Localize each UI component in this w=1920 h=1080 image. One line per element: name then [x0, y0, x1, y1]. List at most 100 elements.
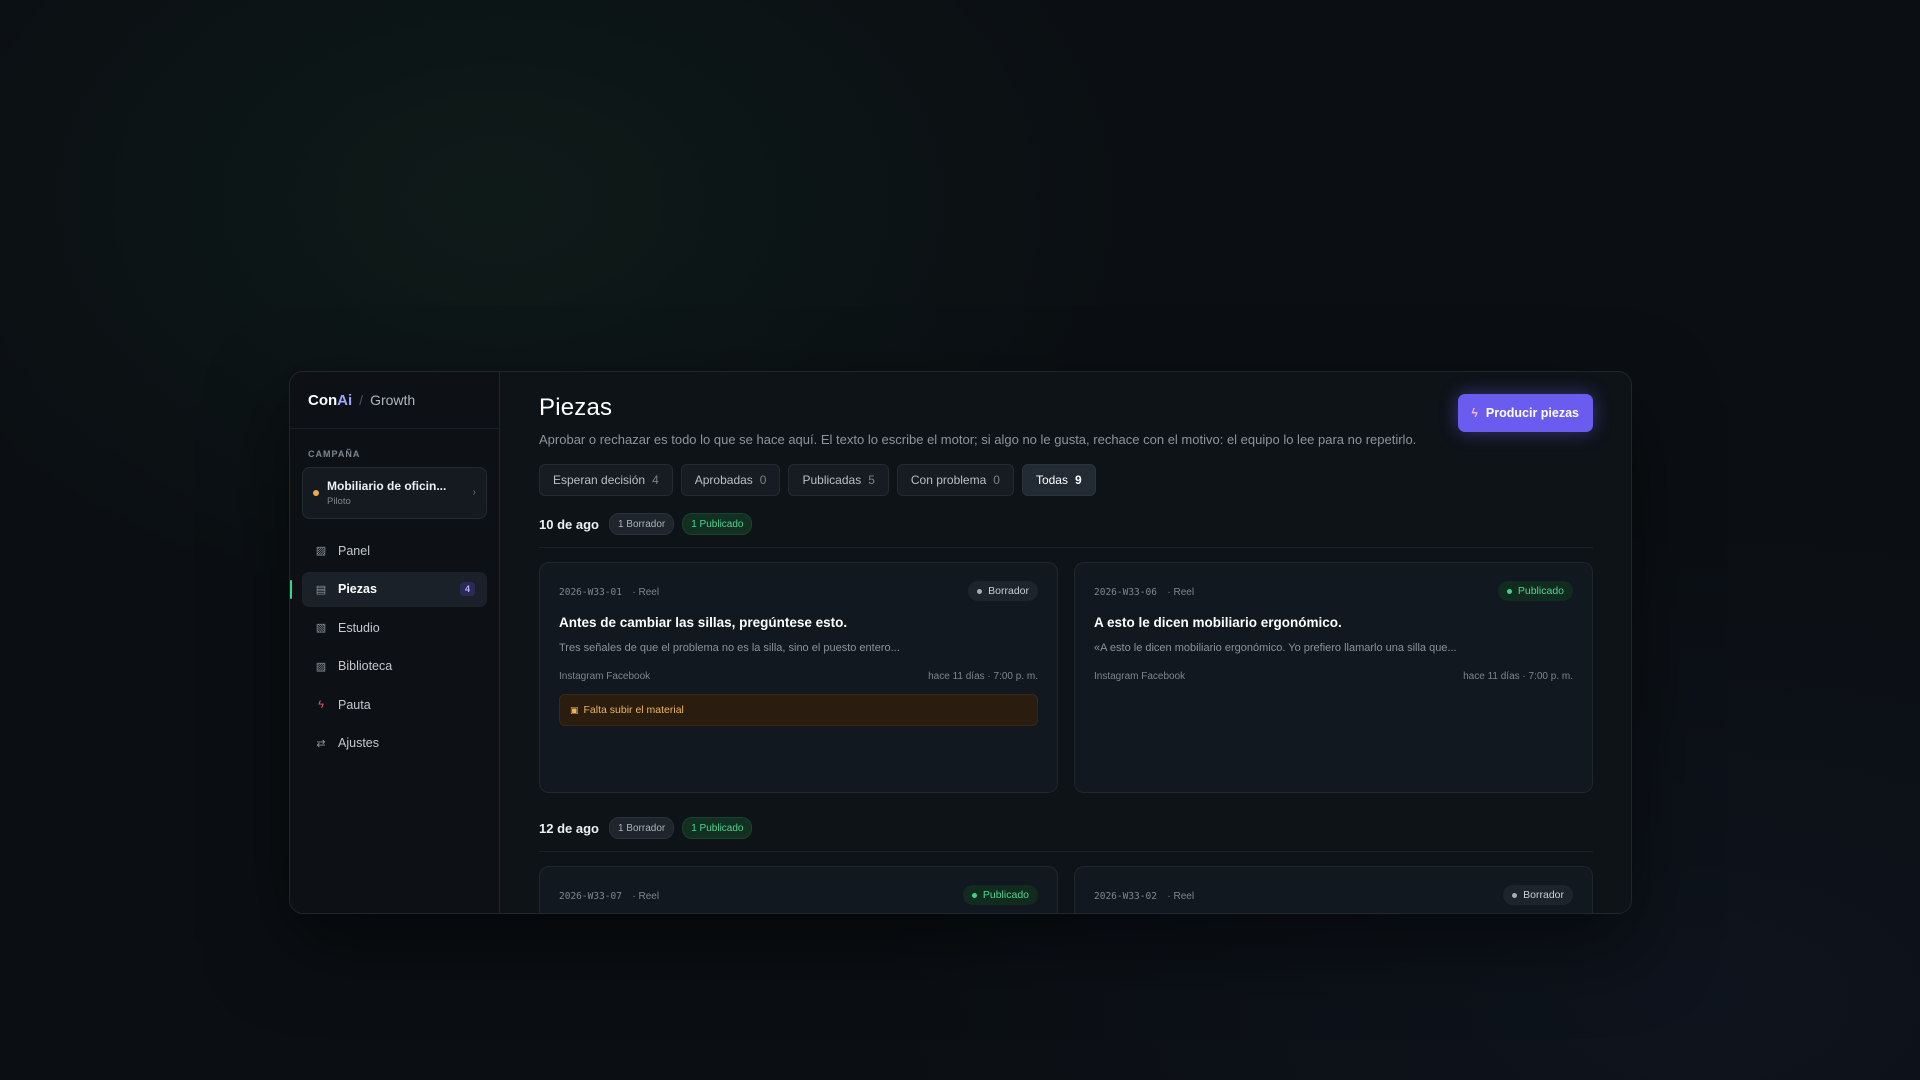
chevron-right-icon: › — [472, 487, 476, 498]
piece-time: hace 11 días · 7:00 p. m. — [1463, 671, 1573, 682]
sidebar-item-pauta[interactable]: ϟ Pauta — [302, 687, 487, 722]
brand-header: ConAi / Growth — [290, 372, 499, 429]
published-count-pill: 1 Publicado — [682, 817, 753, 839]
sidebar-item-ajustes[interactable]: ⇄ Ajustes — [302, 726, 487, 761]
filter-label: Publicadas — [802, 473, 862, 487]
piece-type: · Reel — [632, 587, 660, 598]
sidebar-item-label: Panel — [338, 543, 370, 558]
sidebar-item-label: Piezas — [338, 582, 377, 596]
divider — [539, 851, 1593, 852]
sidebar-item-biblioteca[interactable]: ▨ Biblioteca — [302, 649, 487, 684]
card-row: 2026-W33-07 · Reel Publicado 2026-W33-02… — [539, 866, 1593, 913]
brand-product: Growth — [370, 392, 416, 408]
main-content: Piezas Aprobar o rechazar es todo lo que… — [500, 372, 1631, 913]
filter-label: Con problema — [910, 473, 987, 487]
piece-platforms: Instagram Facebook — [559, 671, 651, 682]
filter-con-problema[interactable]: Con problema 0 — [896, 464, 1014, 496]
published-count-pill: 1 Publicado — [682, 513, 753, 535]
brand-separator: / — [359, 392, 364, 408]
sidebar-item-label: Estudio — [338, 620, 380, 635]
card-row: 2026-W33-01 · Reel Borrador Antes de cam… — [539, 562, 1593, 793]
piece-excerpt: Tres señales de que el problema no es la… — [559, 642, 900, 654]
filter-count: 0 — [993, 473, 1000, 487]
piece-card[interactable]: 2026-W33-06 · Reel Publicado A esto le d… — [1074, 562, 1593, 793]
piece-type: · Reel — [1167, 587, 1195, 598]
campaign-status-dot — [313, 490, 319, 496]
page-title: Piezas — [539, 394, 613, 421]
day-label: 10 de ago — [539, 516, 599, 532]
sidebar: ConAi / Growth CAMPAÑA Mobiliario de ofi… — [290, 372, 500, 913]
piece-type: · Reel — [1167, 891, 1195, 902]
bolt-icon: ϟ — [318, 698, 324, 711]
missing-material-warning[interactable]: ▣ Falta subir el material — [559, 694, 1038, 726]
filter-aprobadas[interactable]: Aprobadas 0 — [680, 464, 781, 496]
sidebar-item-label: Ajustes — [338, 736, 379, 750]
warning-text: Falta subir el material — [583, 704, 684, 716]
piece-excerpt: «A esto le dicen mobiliario ergonómico. … — [1094, 642, 1457, 654]
piece-code: 2026-W33-07 — [559, 891, 622, 902]
filter-publicadas[interactable]: Publicadas 5 — [788, 464, 889, 496]
piece-time: hace 11 días · 7:00 p. m. — [928, 671, 1038, 682]
piece-type: · Reel — [632, 891, 660, 902]
studio-icon: ▧ — [315, 622, 327, 634]
status-label: Publicado — [982, 889, 1029, 901]
status-dot — [971, 892, 977, 898]
brand-name-prefix: Con — [308, 391, 338, 409]
day-group-header: 10 de ago 1 Borrador 1 Publicado — [539, 513, 1593, 535]
pieces-icon: ▤ — [315, 583, 327, 596]
campaign-section-label: CAMPAÑA — [308, 449, 361, 459]
produce-pieces-button[interactable]: ϟ Producir piezas — [1457, 394, 1593, 432]
sidebar-item-panel[interactable]: ▨ Panel — [302, 533, 487, 568]
draft-count-pill: 1 Borrador — [608, 817, 675, 839]
piece-card[interactable]: 2026-W33-02 · Reel Borrador — [1074, 866, 1593, 913]
brand-name-suffix: Ai — [337, 391, 353, 409]
filter-count: 5 — [868, 473, 875, 487]
status-badge: Publicado — [962, 885, 1038, 905]
piece-title: A esto le dicen mobiliario ergonómico. — [1094, 615, 1342, 630]
piece-code: 2026-W33-06 — [1094, 587, 1157, 598]
sidebar-item-piezas[interactable]: ▤ Piezas 4 — [290, 571, 487, 607]
page-header: Piezas Aprobar o rechazar es todo lo que… — [539, 394, 1593, 447]
swap-icon: ⇄ — [316, 737, 326, 750]
filter-label: Esperan decisión — [553, 473, 646, 487]
sidebar-nav: ▨ Panel ▤ Piezas 4 ▧ Estudio ▨ Bibliotec… — [290, 533, 499, 761]
piece-platforms: Instagram Facebook — [1094, 671, 1186, 682]
status-label: Publicado — [1517, 585, 1564, 597]
piece-title: Antes de cambiar las sillas, pregúntese … — [559, 615, 848, 630]
sidebar-item-estudio[interactable]: ▧ Estudio — [302, 610, 487, 645]
sidebar-item-label: Pauta — [338, 697, 371, 712]
day-label: 12 de ago — [539, 820, 599, 836]
filter-todas[interactable]: Todas 9 — [1021, 464, 1096, 496]
panel-icon: ▨ — [315, 545, 327, 557]
status-dot — [1512, 892, 1518, 898]
bolt-icon: ϟ — [1471, 406, 1478, 420]
filter-count: 0 — [759, 473, 767, 487]
status-dot — [977, 588, 983, 594]
day-group-header: 12 de ago 1 Borrador 1 Publicado — [539, 817, 1593, 839]
filter-label: Todas — [1035, 473, 1068, 487]
status-badge: Borrador — [1503, 885, 1573, 905]
filter-label: Aprobadas — [694, 473, 753, 487]
pending-count-badge: 4 — [459, 582, 475, 596]
piece-card[interactable]: 2026-W33-01 · Reel Borrador Antes de cam… — [539, 562, 1058, 793]
filter-count: 4 — [652, 473, 659, 487]
campaign-selector[interactable]: Mobiliario de oficin... Piloto › — [302, 467, 487, 519]
sidebar-item-label: Biblioteca — [338, 659, 393, 673]
produce-pieces-label: Producir piezas — [1485, 406, 1579, 420]
library-icon: ▨ — [315, 660, 327, 673]
piece-card[interactable]: 2026-W33-07 · Reel Publicado — [539, 866, 1058, 913]
image-icon: ▣ — [570, 704, 579, 715]
app-window: ConAi / Growth CAMPAÑA Mobiliario de ofi… — [289, 371, 1632, 914]
campaign-name: Mobiliario de oficin... — [327, 479, 447, 493]
divider — [539, 547, 1593, 548]
filter-tabs: Esperan decisión 4 Aprobadas 0 Publicada… — [539, 464, 1593, 496]
status-badge: Publicado — [1497, 581, 1573, 601]
draft-count-pill: 1 Borrador — [608, 513, 675, 535]
status-label: Borrador — [1523, 889, 1564, 901]
campaign-stage: Piloto — [327, 496, 351, 507]
brand-logo[interactable]: ConAi — [308, 392, 352, 409]
page-description: Aprobar o rechazar es todo lo que se hac… — [539, 432, 1417, 447]
filter-esperan-decision[interactable]: Esperan decisión 4 — [539, 464, 673, 496]
status-label: Borrador — [988, 585, 1029, 597]
piece-code: 2026-W33-02 — [1094, 891, 1157, 902]
